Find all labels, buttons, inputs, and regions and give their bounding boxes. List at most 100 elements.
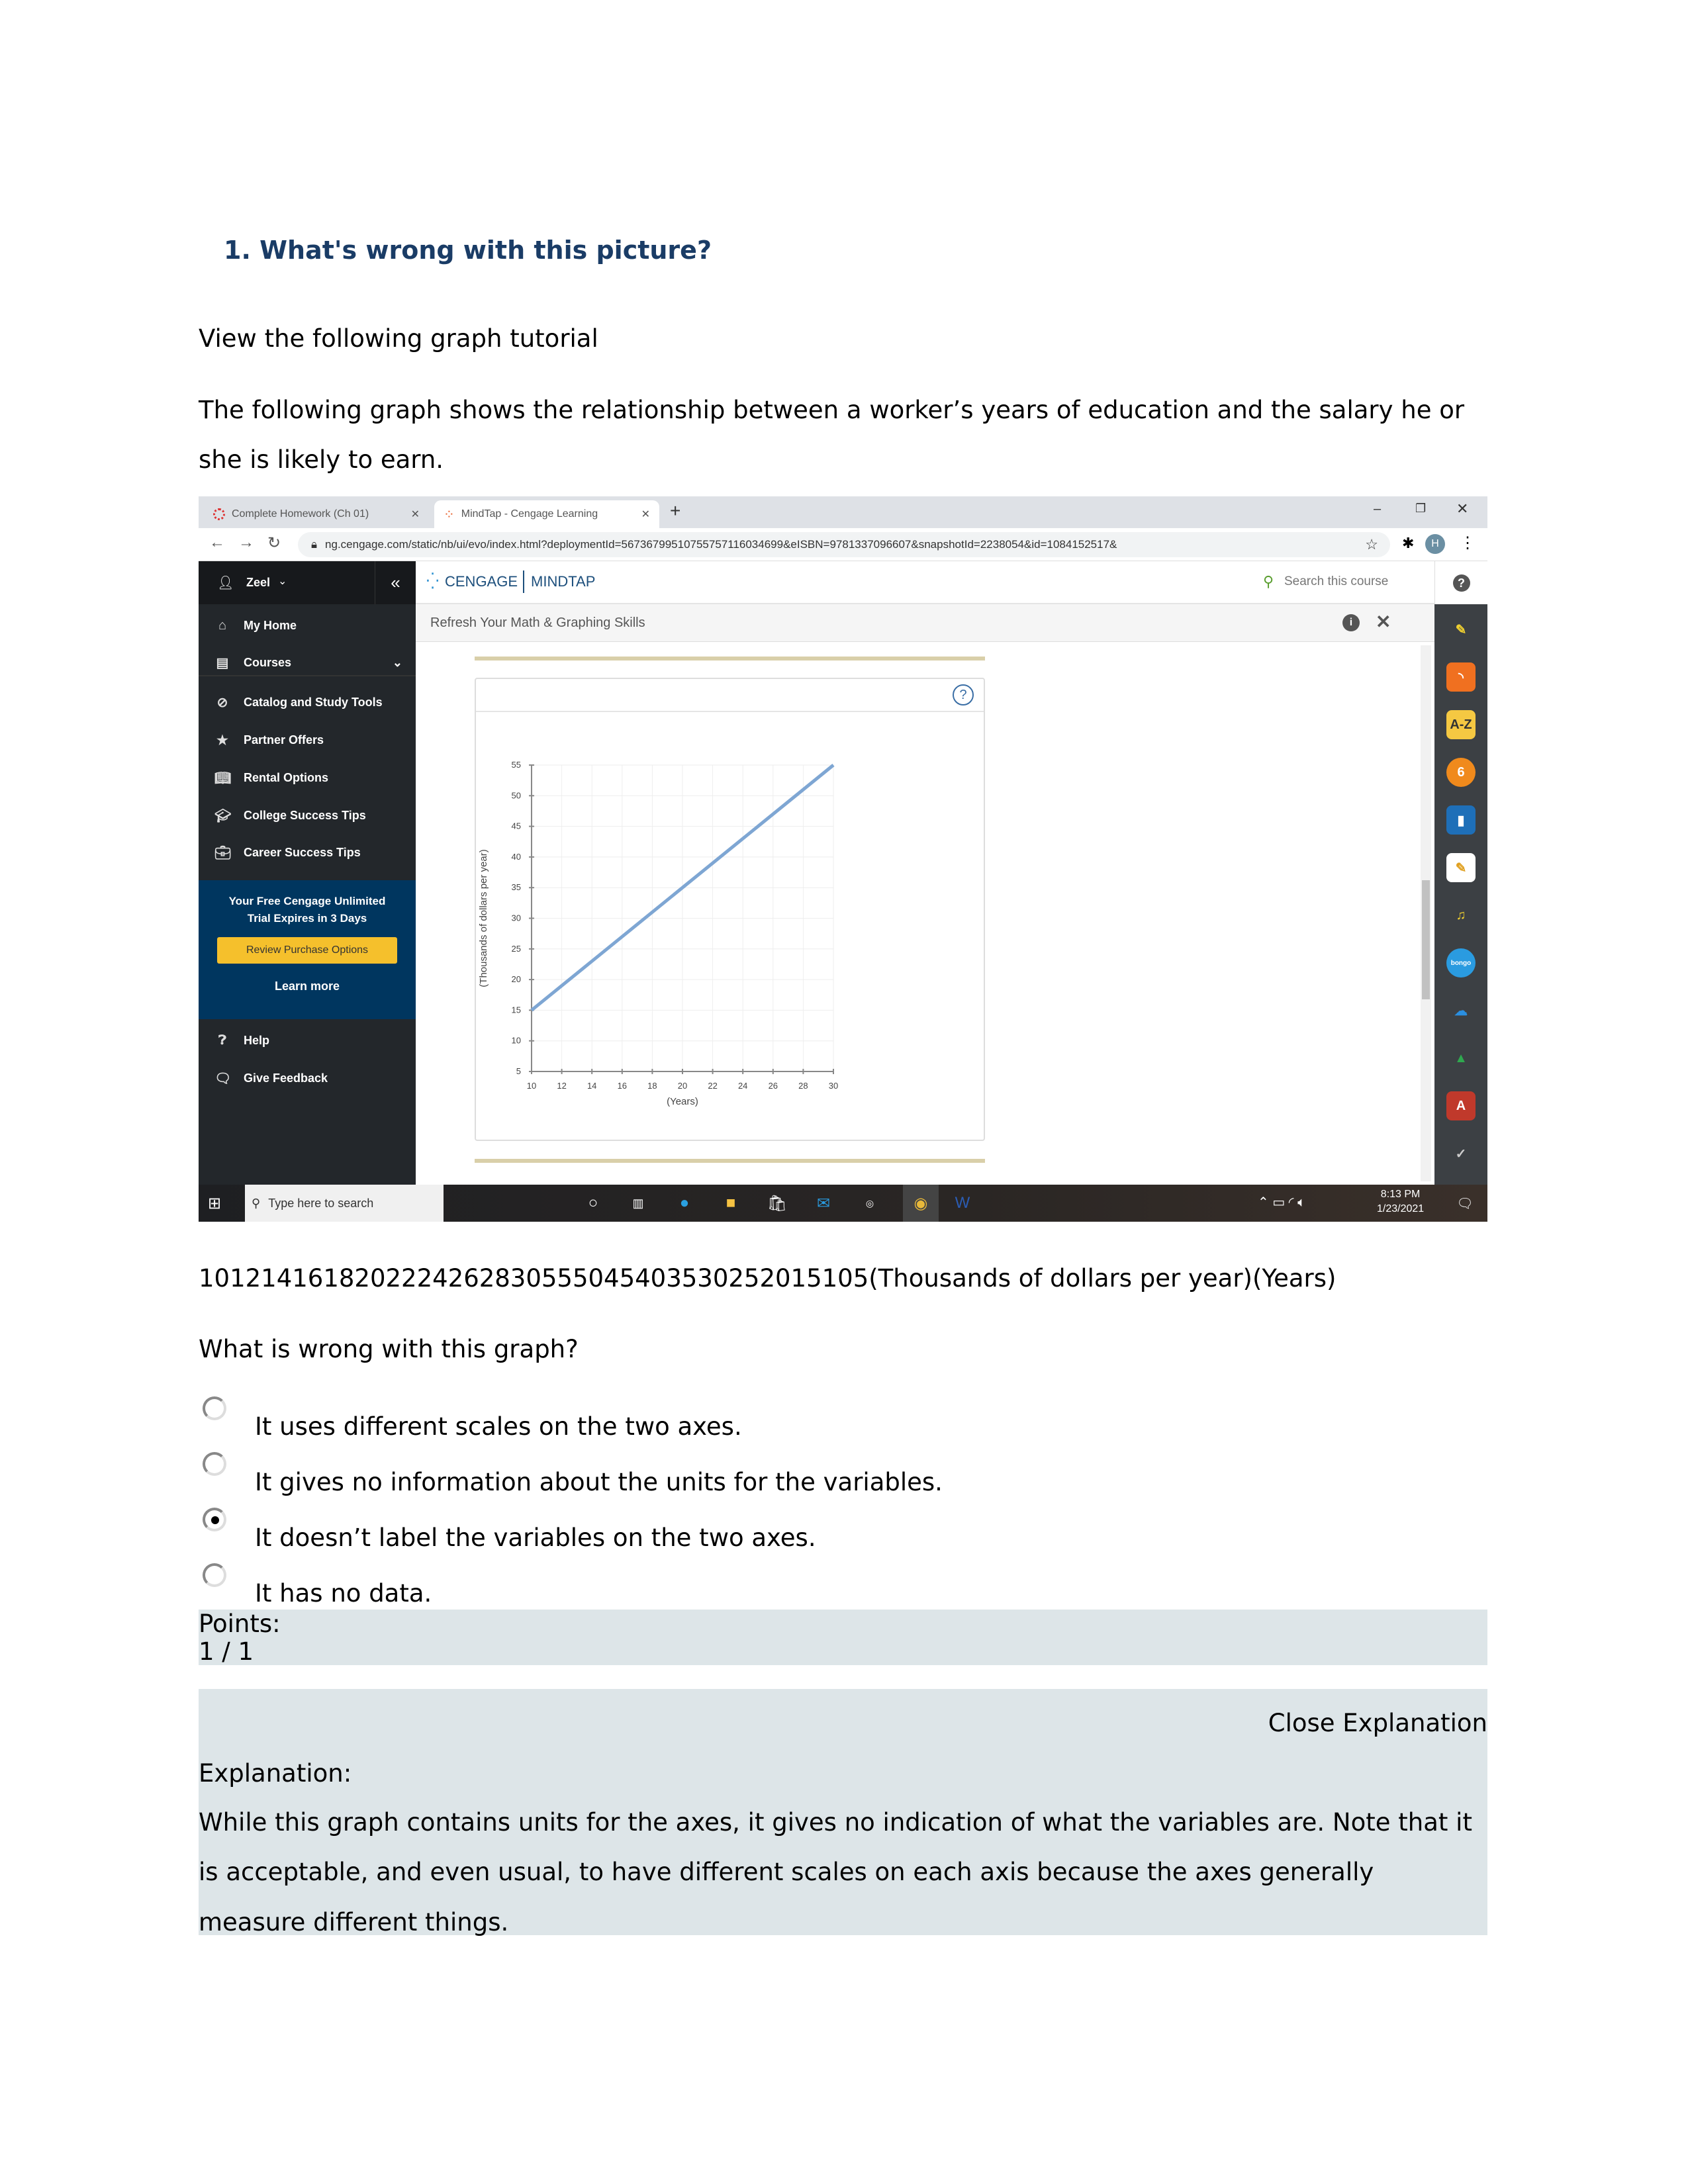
bookmark-star-icon[interactable]: ☆ [1365,536,1378,553]
reload-icon[interactable]: ↻ [267,533,281,553]
sidebar-item-help[interactable]: ❓︎ Help [199,1027,416,1054]
search-icon: ⚲ [252,1196,261,1210]
search-icon[interactable]: ⚲ [1263,573,1274,590]
divider-bar [475,1159,985,1163]
scrollbar-thumb[interactable] [1422,880,1430,999]
x-tick-label: 12 [557,1081,566,1091]
mail-icon[interactable]: ✉ [812,1191,835,1215]
course-search[interactable]: Search this course [1284,574,1388,589]
review-purchase-button[interactable]: Review Purchase Options [217,937,397,964]
cortana-icon[interactable]: ○ [581,1191,605,1215]
address-bar: ← → ↻ 🔒︎ ng.cengage.com/static/nb/ui/evo… [199,528,1487,561]
sidebar: 👤︎ Zeel ⌄ « ⌂ My Home ▤ Courses ⌄ ⊘ Catalog … [199,561,416,1185]
close-tab-icon[interactable]: ✕ [641,508,650,521]
x-tick-label: 26 [769,1081,778,1091]
check-icon[interactable]: ✓ [1446,1139,1476,1168]
file-explorer-icon[interactable]: ■ [719,1191,743,1215]
edge-icon[interactable]: ● [673,1191,696,1215]
close-tab-icon[interactable]: ✕ [411,508,420,521]
y-tick-label: 20 [512,974,521,984]
answer-radio[interactable] [203,1563,226,1587]
app-dock: ✎ ◝ A-Z 6 ▮ ✎ ♫ bongo ☁ ▲ A ✓ [1434,604,1487,1185]
clock-time: 8:13 PM [1380,1189,1421,1200]
help-button[interactable]: ? [1434,561,1487,604]
sidebar-item-partner-offers[interactable]: ★ Partner Offers [199,727,416,753]
user-name: Zeel [246,576,271,589]
forward-icon[interactable]: → [238,533,254,552]
url-field[interactable]: 🔒︎ ng.cengage.com/static/nb/ui/evo/index… [298,532,1390,557]
x-axis-label: (Years) [667,1096,698,1107]
restore-button[interactable]: ❐ [1415,502,1426,516]
tray-icons[interactable]: ⌃ ▭ ◜ 🔈︎ [1258,1194,1305,1210]
answer-radio[interactable] [203,1396,226,1420]
minimize-button[interactable]: – [1374,502,1381,517]
points-value: 1 / 1 [199,1637,254,1666]
feedback-icon: 🗨︎ [214,1071,232,1086]
readspeaker-icon[interactable]: ♫ [1446,901,1476,930]
adobe-icon[interactable]: A [1446,1091,1476,1120]
windows-start-icon[interactable]: ⊞ [203,1191,226,1215]
learn-more-link[interactable]: Learn more [199,979,416,993]
brand-cengage: CENGAGE [445,573,518,590]
info-icon[interactable]: i [1342,614,1360,631]
answer-radio[interactable] [203,1452,226,1476]
word-icon[interactable]: W [951,1191,974,1215]
cengage-6-icon[interactable]: 6 [1446,758,1476,787]
answer-option-label[interactable]: It doesn’t label the variables on the tw… [255,1524,816,1552]
y-tick-label: 10 [512,1036,521,1046]
onedrive-icon[interactable]: ☁ [1446,996,1476,1025]
chevron-down-icon: ⌄ [392,655,402,669]
notifications-icon[interactable]: 🗨︎ [1453,1191,1477,1215]
close-explanation-button[interactable]: Close Explanation [1268,1709,1487,1737]
answer-option-label[interactable]: It uses different scales on the two axes… [255,1412,742,1441]
rss-icon[interactable]: ◝ [1446,662,1476,692]
store-icon[interactable]: 🛍︎ [765,1191,789,1215]
sidebar-item-rental-options[interactable]: 📖︎ Rental Options [199,764,416,791]
highlighter-icon[interactable]: ✎ [1446,615,1476,644]
taskbar-search[interactable]: ⚲ Type here to search [245,1185,444,1222]
browser-tab[interactable]: Complete Homework (Ch 01) ✕ [204,500,429,528]
close-window-button[interactable]: ✕ [1456,500,1468,518]
dell-icon[interactable]: ◎ [858,1191,882,1215]
task-view-icon[interactable]: ▥ [626,1191,650,1215]
a-z-glossary-icon[interactable]: A-Z [1446,710,1476,739]
google-drive-icon[interactable]: ▲ [1446,1044,1476,1073]
panel-title: Refresh Your Math & Graphing Skills [430,615,645,630]
promo-text: Your Free Cengage Unlimited [228,895,386,907]
notepad-icon[interactable]: ✎ [1446,853,1476,882]
y-tick-label: 5 [516,1066,521,1076]
y-tick-label: 25 [512,944,521,954]
compass-icon: ⊘ [216,695,228,710]
x-tick-label: 30 [829,1081,838,1091]
profile-avatar[interactable]: H [1425,534,1445,554]
chrome-icon[interactable]: ◉ [903,1185,939,1222]
notebook-icon[interactable]: ▮ [1446,805,1476,835]
answer-option-label[interactable]: It gives no information about the units … [255,1468,943,1496]
chevron-down-icon: ⌄ [278,576,287,587]
sidebar-item-courses[interactable]: ▤ Courses ⌄ [199,650,416,676]
answer-radio[interactable] [203,1508,226,1531]
sidebar-item-catalog[interactable]: ⊘ Catalog and Study Tools [199,689,416,715]
browser-tab-active[interactable]: ⁘ MindTap - Cengage Learning ✕ [434,500,659,528]
sidebar-item-career-success[interactable]: 💼︎ Career Success Tips [199,839,416,866]
answer-option-label[interactable]: It has no data. [255,1579,432,1608]
y-axis-label: (Thousands of dollars per year) [478,849,489,987]
sidebar-item-my-home[interactable]: ⌂ My Home [199,612,416,639]
clock[interactable]: 8:13 PM 1/23/2021 [1377,1189,1424,1215]
scrollbar[interactable] [1421,645,1431,1181]
sidebar-item-label: Catalog and Study Tools [244,695,383,709]
collapse-sidebar-button[interactable]: « [375,561,416,604]
y-tick-label: 30 [512,913,521,923]
app-header: ⁛ CENGAGE MINDTAP ⚲ Search this course [416,561,1434,604]
sidebar-item-feedback[interactable]: 🗨︎ Give Feedback [199,1065,416,1091]
new-tab-button[interactable]: + [670,500,680,522]
back-icon[interactable]: ← [209,533,225,552]
user-menu[interactable]: 👤︎ Zeel ⌄ « [199,561,416,604]
menu-icon[interactable]: ⋮ [1460,533,1476,553]
close-panel-button[interactable]: ✕ [1376,611,1391,633]
x-tick-label: 16 [618,1081,627,1091]
bongo-icon[interactable]: bongo [1446,948,1476,978]
sidebar-item-college-success[interactable]: 🎓︎ College Success Tips [199,802,416,829]
graph-help-icon[interactable]: ? [953,684,974,705]
extensions-icon[interactable]: ✱ [1402,535,1414,552]
